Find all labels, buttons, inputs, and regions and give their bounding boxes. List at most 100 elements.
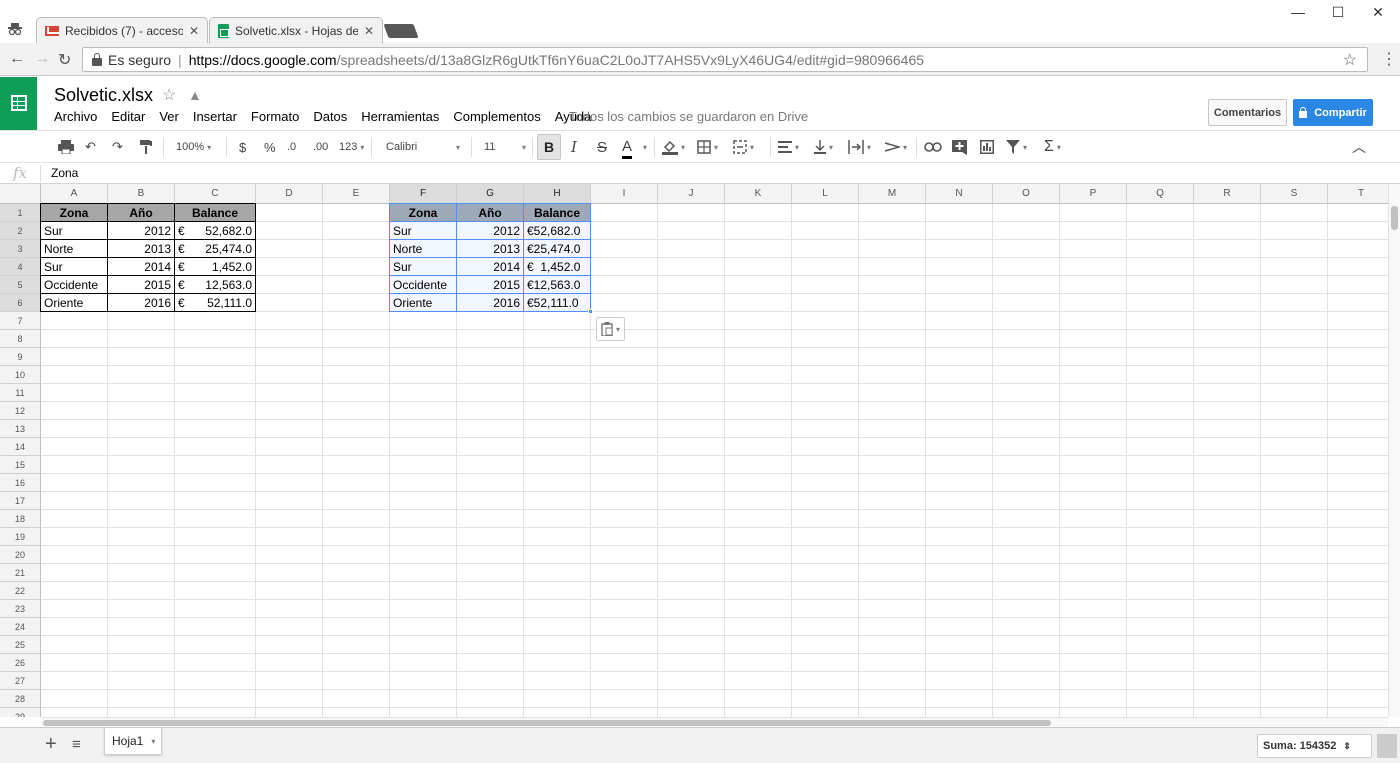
maximize-button[interactable]: ☐ — [1318, 4, 1358, 21]
fill-handle[interactable] — [588, 309, 593, 314]
column-header-k[interactable]: K — [725, 184, 792, 204]
formula-input[interactable]: Zona — [51, 166, 78, 180]
menu-herramientas[interactable]: Herramientas — [361, 109, 439, 124]
table2-anio-cell[interactable]: 2016 — [457, 294, 523, 311]
row-header-1[interactable]: 1 — [0, 204, 41, 222]
explore-button[interactable] — [1377, 734, 1397, 758]
row-header-10[interactable]: 10 — [0, 366, 41, 384]
table2-zona-cell[interactable]: Norte — [390, 240, 456, 257]
insert-link-icon[interactable] — [924, 137, 942, 157]
browser-menu-icon[interactable]: ⋮ — [1381, 49, 1397, 69]
text-wrap-icon[interactable]: ▾ — [848, 137, 871, 157]
sheet-tab-hoja1[interactable]: Hoja1 ▾ — [104, 728, 162, 755]
italic-button[interactable]: I — [571, 137, 577, 157]
paste-options-button[interactable]: ▾ — [596, 317, 625, 341]
horizontal-scrollbar[interactable] — [41, 717, 1388, 727]
row-header-7[interactable]: 7 — [0, 312, 41, 330]
menu-insertar[interactable]: Insertar — [193, 109, 237, 124]
print-icon[interactable] — [58, 137, 74, 157]
row-header-29[interactable]: 29 — [0, 708, 41, 717]
row-header-27[interactable]: 27 — [0, 672, 41, 690]
share-button[interactable]: Compartir — [1293, 99, 1373, 126]
borders-icon[interactable]: ▾ — [697, 137, 718, 157]
insert-chart-icon[interactable] — [980, 137, 994, 157]
row-header-18[interactable]: 18 — [0, 510, 41, 528]
column-header-s[interactable]: S — [1261, 184, 1328, 204]
table2-anio-cell[interactable]: 2015 — [457, 276, 523, 293]
row-header-6[interactable]: 6 — [0, 294, 41, 312]
table2-balance-cell[interactable]: €52,111.0 — [524, 294, 590, 311]
percent-format-button[interactable]: % — [264, 137, 276, 157]
reload-icon[interactable]: ↻ — [58, 50, 71, 70]
sheets-logo[interactable] — [0, 77, 37, 130]
column-header-r[interactable]: R — [1194, 184, 1261, 204]
align-left-icon[interactable]: ▾ — [778, 137, 799, 157]
column-header-t[interactable]: T — [1328, 184, 1388, 204]
column-header-n[interactable]: N — [926, 184, 993, 204]
merge-cells-icon[interactable]: ▾ — [733, 137, 754, 157]
row-header-8[interactable]: 8 — [0, 330, 41, 348]
sum-indicator[interactable]: Suma: 154352 ⇕ — [1257, 734, 1372, 758]
table2-balance-cell[interactable]: €25,474.0 — [524, 240, 590, 257]
select-all-corner[interactable] — [0, 184, 41, 204]
row-header-28[interactable]: 28 — [0, 690, 41, 708]
close-icon[interactable]: ✕ — [364, 24, 374, 38]
table2-anio-cell[interactable]: 2014 — [457, 258, 523, 275]
increase-decimals-button[interactable]: .00 — [313, 137, 328, 157]
font-select[interactable]: Calibri ▾ — [386, 137, 460, 157]
text-color-button[interactable]: A — [622, 137, 633, 159]
column-header-i[interactable]: I — [591, 184, 658, 204]
row-header-2[interactable]: 2 — [0, 222, 41, 240]
row-header-17[interactable]: 17 — [0, 492, 41, 510]
row-header-3[interactable]: 3 — [0, 240, 41, 258]
row-header-15[interactable]: 15 — [0, 456, 41, 474]
all-sheets-menu-icon[interactable]: ≡ — [72, 736, 81, 753]
row-header-19[interactable]: 19 — [0, 528, 41, 546]
add-sheet-button[interactable]: + — [45, 733, 57, 756]
tab-sheets[interactable]: Solvetic.xlsx - Hojas de cálculo de Goog… — [209, 17, 383, 44]
row-header-9[interactable]: 9 — [0, 348, 41, 366]
column-header-h[interactable]: H — [524, 184, 591, 204]
column-header-m[interactable]: M — [859, 184, 926, 204]
insert-comment-icon[interactable] — [952, 137, 967, 157]
table2-header-cell[interactable]: Zona — [390, 204, 456, 221]
spreadsheet-grid[interactable]: ABCDEFGHIJKLMNOPQRST 1 2 3 4 5 6 7 8 9 10 11 12 13 14… — [0, 184, 1388, 717]
zoom-select[interactable]: 100% ▾ — [176, 137, 211, 157]
comments-button[interactable]: Comentarios — [1208, 99, 1287, 126]
column-header-f[interactable]: F — [390, 184, 457, 204]
table2-zona-cell[interactable]: Sur — [390, 222, 456, 239]
column-header-p[interactable]: P — [1060, 184, 1127, 204]
row-header-23[interactable]: 23 — [0, 600, 41, 618]
horizontal-scroll-thumb[interactable] — [43, 720, 1051, 726]
column-header-c[interactable]: C — [175, 184, 256, 204]
close-icon[interactable]: ✕ — [189, 24, 199, 38]
table2-balance-cell[interactable]: €12,563.0 — [524, 276, 590, 293]
table2-anio-cell[interactable]: 2013 — [457, 240, 523, 257]
row-header-11[interactable]: 11 — [0, 384, 41, 402]
column-header-q[interactable]: Q — [1127, 184, 1194, 204]
row-header-21[interactable]: 21 — [0, 564, 41, 582]
strikethrough-button[interactable]: S — [597, 137, 607, 157]
collapse-toolbar-icon[interactable]: ︿ — [1352, 137, 1366, 157]
redo-icon[interactable]: ↷ — [112, 137, 123, 157]
font-size-select[interactable]: 11 ▾ — [484, 137, 526, 157]
menu-archivo[interactable]: Archivo — [54, 109, 97, 124]
paint-format-icon[interactable] — [140, 137, 152, 157]
column-header-l[interactable]: L — [792, 184, 859, 204]
column-header-d[interactable]: D — [256, 184, 323, 204]
vertical-scrollbar[interactable] — [1388, 184, 1400, 717]
fill-color-icon[interactable]: ▾ — [662, 137, 685, 157]
column-header-a[interactable]: A — [41, 184, 108, 204]
bookmark-star-icon[interactable]: ☆ — [1343, 50, 1357, 70]
column-header-o[interactable]: O — [993, 184, 1060, 204]
table2-zona-cell[interactable]: Oriente — [390, 294, 456, 311]
menu-editar[interactable]: Editar — [111, 109, 145, 124]
table2-balance-cell[interactable]: €52,682.0 — [524, 222, 590, 239]
row-header-5[interactable]: 5 — [0, 276, 41, 294]
drive-folder-icon[interactable]: ▲ — [188, 87, 202, 103]
table2-balance-cell[interactable]: € 1,452.0 — [524, 258, 590, 275]
column-header-g[interactable]: G — [457, 184, 524, 204]
menu-formato[interactable]: Formato — [251, 109, 299, 124]
url-input[interactable]: Es seguro | https://docs.google.com /spr… — [82, 47, 1368, 72]
functions-icon[interactable]: Σ ▾ — [1044, 137, 1061, 157]
